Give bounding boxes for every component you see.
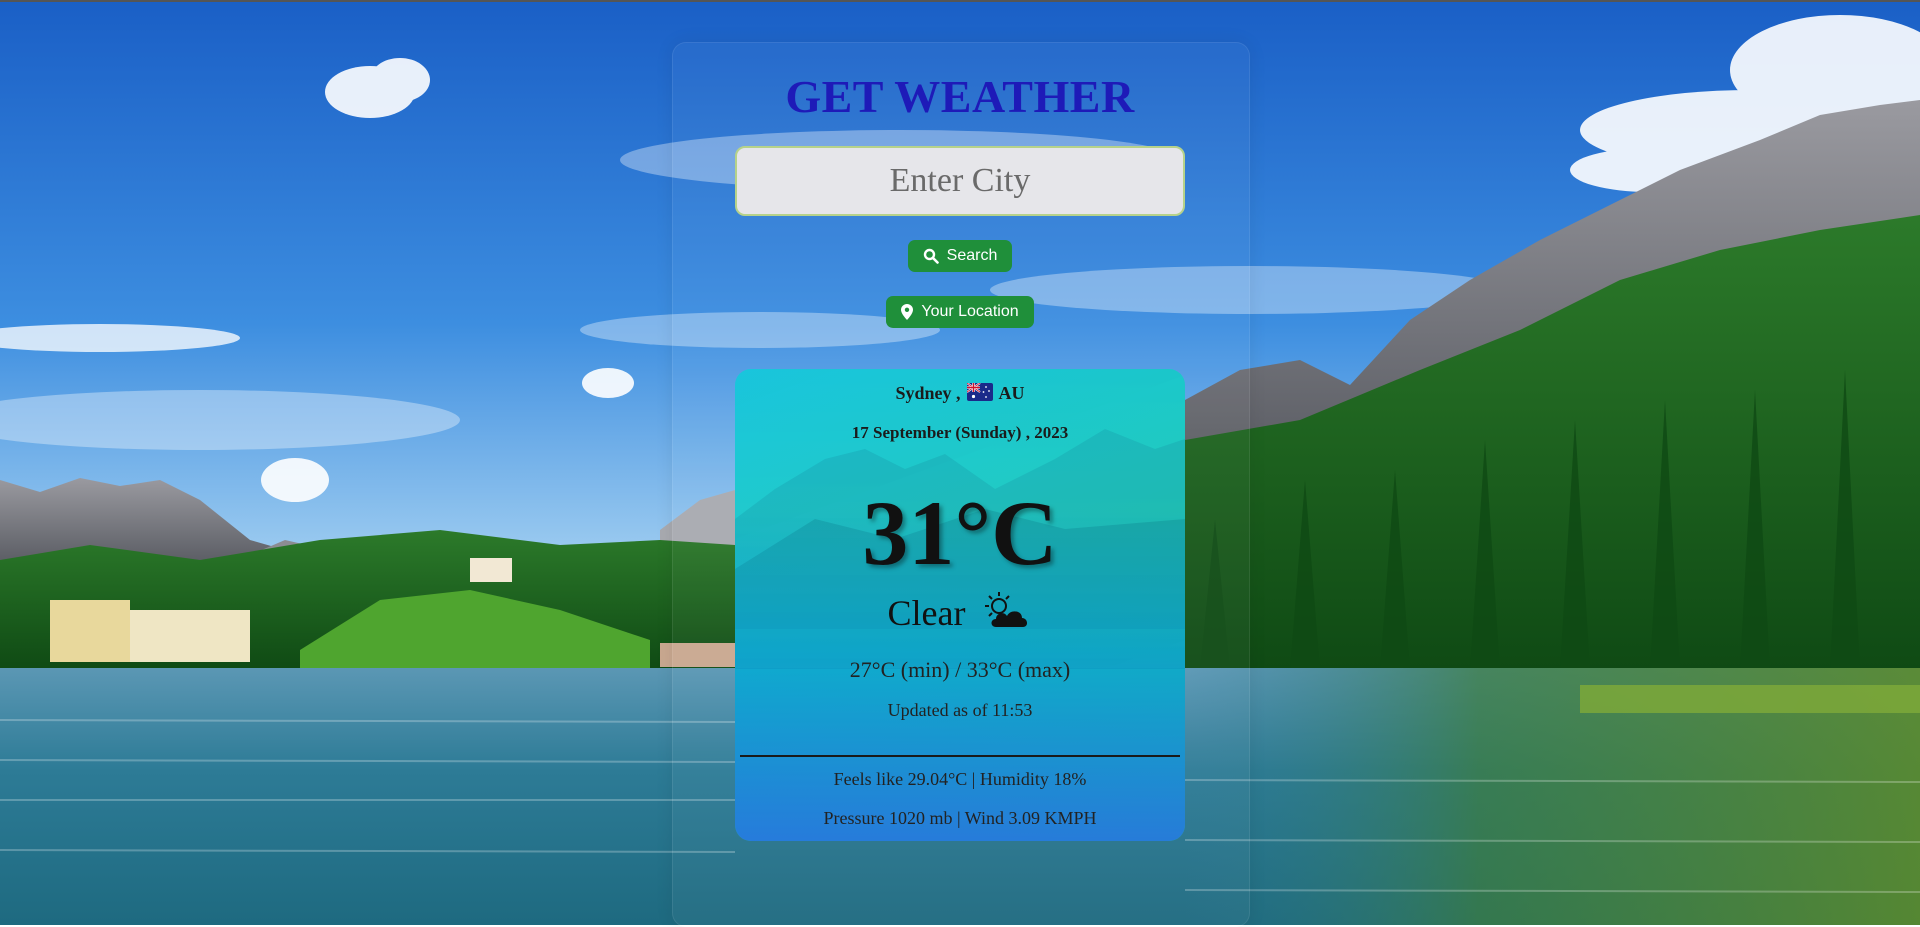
weather-card: Sydney , AU 17 September (Sunday) , 2023… [735,369,1185,841]
country-code: AU [998,383,1025,403]
updated-time: Updated as of 11:53 [887,700,1033,720]
pressure-wind: Pressure 1020 mb | Wind 3.09 KMPH [823,808,1097,828]
date-label: 17 September (Sunday) , 2023 [851,423,1069,442]
sun-behind-cloud-icon [982,591,1032,640]
feels-like-humidity: Feels like 29.04°C | Humidity 18% [833,769,1087,789]
city-search-input[interactable] [735,146,1185,216]
location-button-label: Your Location [921,303,1019,320]
app-title: GET WEATHER [785,71,1135,122]
your-location-button[interactable]: Your Location [886,296,1034,328]
city-country-label: Sydney , AU [735,382,1185,406]
min-max-temperature: 27°C (min) / 33°C (max) [849,657,1071,682]
australia-flag-icon [966,382,993,406]
condition-label: Clear [735,591,1185,640]
map-pin-icon [901,304,914,320]
city-name: Sydney , [895,383,961,403]
search-icon [923,248,939,264]
window-top-edge [0,0,1920,2]
temperature-value: 31°C [862,482,1058,584]
search-button[interactable]: Search [908,240,1012,272]
condition-text: Clear [887,593,966,633]
search-button-label: Search [946,247,998,264]
card-divider [740,755,1180,757]
